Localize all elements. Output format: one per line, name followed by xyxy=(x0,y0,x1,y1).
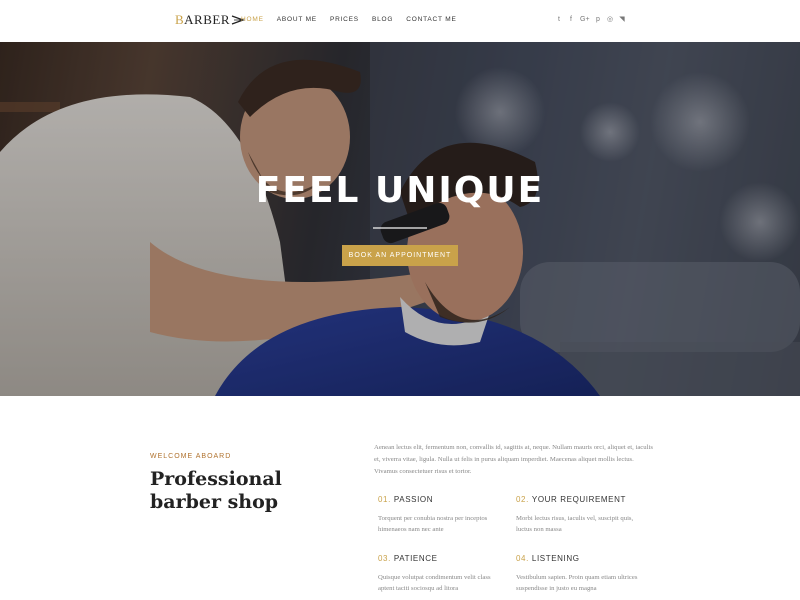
feature-text: Torquent per conubia nostra per inceptos… xyxy=(378,515,488,533)
feature-patience: 03. PATIENCE Quisque volutpat condimentum… xyxy=(378,554,508,594)
facebook-icon[interactable]: f xyxy=(568,15,574,25)
feature-title: 03. PATIENCE xyxy=(378,554,438,563)
feature-title: 01. PASSION xyxy=(378,495,434,504)
nav-prices[interactable]: PRICES xyxy=(330,16,359,23)
nav-home[interactable]: HOME xyxy=(241,16,264,23)
instagram-icon[interactable]: ◎ xyxy=(607,15,613,25)
welcome-intro: Aenean lectus elit, fermentum non, conva… xyxy=(374,444,653,475)
hero-title: FEEL UNIQUE xyxy=(255,170,545,211)
main-nav: HOME ABOUT ME PRICES BLOG CONTACT ME xyxy=(241,16,470,23)
feature-your-requirement: 02. YOUR REQUIREMENT Morbi lectus risus, … xyxy=(516,495,646,535)
site-header: B ARBER HOME ABOUT ME PRICES BLOG CONTACT… xyxy=(0,0,800,42)
feature-listening: 04. LISTENING Vestibulum sapien. Proin qu… xyxy=(516,554,646,594)
feature-title: 02. YOUR REQUIREMENT xyxy=(516,495,626,504)
google-plus-icon[interactable]: G+ xyxy=(580,15,590,25)
hero-section: FEEL UNIQUE BOOK AN APPOINTMENT xyxy=(0,42,800,396)
nav-contact-me[interactable]: CONTACT ME xyxy=(406,16,456,23)
twitter-icon[interactable]: t xyxy=(556,15,562,25)
feature-text: Vestibulum sapien. Proin quam etiam ultr… xyxy=(516,574,638,592)
pinterest-icon[interactable]: p xyxy=(595,15,601,25)
hero-divider xyxy=(373,227,427,229)
feature-title: 04. LISTENING xyxy=(516,554,580,563)
nav-about-me[interactable]: ABOUT ME xyxy=(277,16,317,23)
welcome-eyebrow: WELCOME ABOARD xyxy=(150,453,232,460)
book-appointment-button[interactable]: BOOK AN APPOINTMENT xyxy=(342,245,458,266)
feature-text: Morbi lectus risus, iaculis vel, suscipi… xyxy=(516,515,634,533)
social-links: t f G+ p ◎ ◥ xyxy=(556,15,625,25)
welcome-headline: Professional barber shop xyxy=(150,468,282,513)
site-logo[interactable]: B ARBER xyxy=(175,12,245,28)
rss-icon[interactable]: ◥ xyxy=(619,15,625,25)
nav-blog[interactable]: BLOG xyxy=(372,16,393,23)
feature-passion: 01. PASSION Torquent per conubia nostra p… xyxy=(378,495,508,535)
hero-overlay xyxy=(0,42,800,396)
feature-text: Quisque volutpat condimentum velit class… xyxy=(378,574,491,592)
